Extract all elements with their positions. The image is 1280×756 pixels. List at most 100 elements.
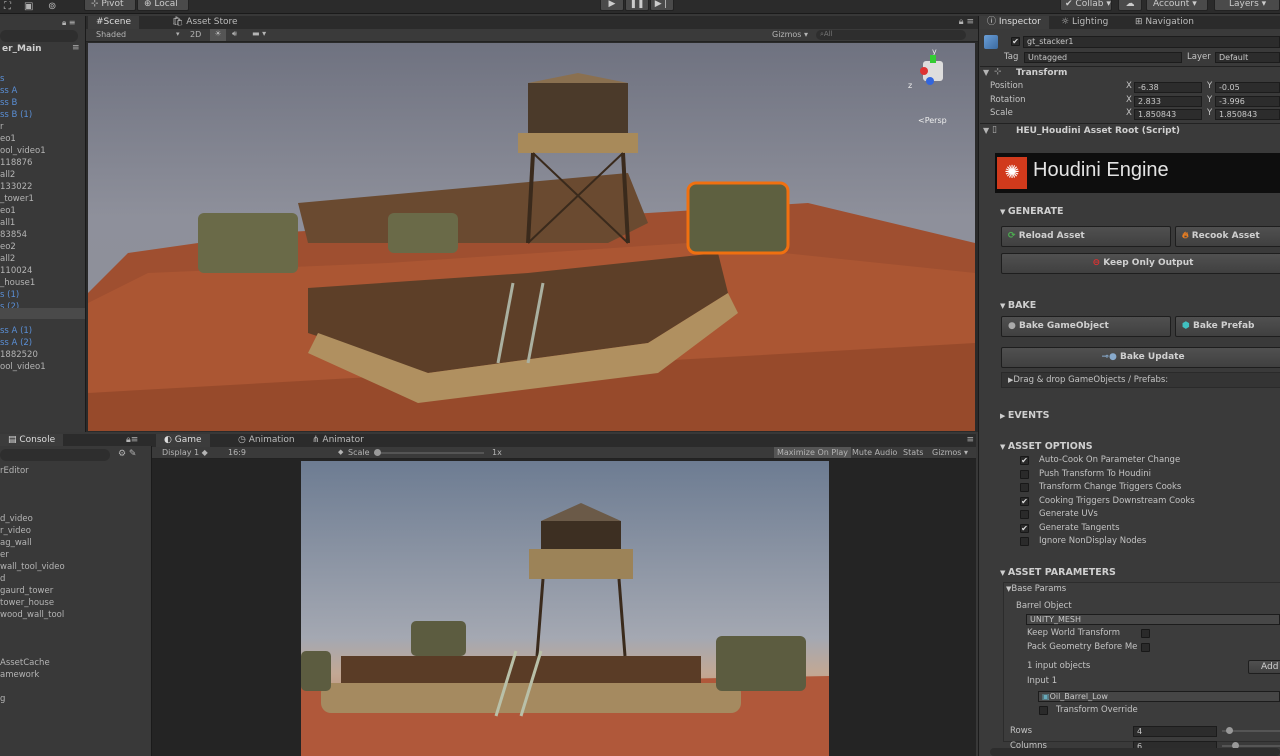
scene-orientation-gizmo[interactable]: y z	[908, 47, 958, 102]
console-entry[interactable]	[0, 621, 150, 633]
generate-section-title[interactable]: ▼ GENERATE	[1000, 206, 1063, 217]
asset-options-section-title[interactable]: ▼ ASSET OPTIONS	[1000, 441, 1093, 452]
transform-tool-icon[interactable]: ▣	[24, 1, 33, 12]
asset-parameters-section-title[interactable]: ▼ ASSET PARAMETERS	[1000, 567, 1116, 578]
gameobject-active-checkbox[interactable]: ✔	[1011, 37, 1020, 46]
asset-option-checkbox[interactable]	[1020, 537, 1029, 546]
asset-option-checkbox[interactable]: ✔	[1020, 496, 1029, 506]
display-dropdown[interactable]: Display 1 ◆	[162, 448, 208, 457]
console-search[interactable]	[0, 449, 110, 461]
hierarchy-item[interactable]: r	[0, 121, 85, 133]
pack-geometry-checkbox[interactable]	[1141, 643, 1150, 652]
bake-gameobject-button[interactable]: ● Bake GameObject	[1001, 316, 1171, 337]
transform-y-field[interactable]: -0.05	[1215, 82, 1280, 93]
hierarchy-lock-icon[interactable]: 🔒︎ ≡	[62, 18, 76, 28]
console-entry[interactable]	[0, 681, 150, 693]
hierarchy-item[interactable]: 1882520	[0, 349, 85, 361]
tab-game[interactable]: ◐ Game	[156, 434, 210, 447]
hierarchy-item[interactable]: ss A (1)	[0, 325, 85, 337]
rect-tool-icon[interactable]: ⛶	[4, 1, 11, 12]
console-entry[interactable]	[0, 489, 150, 501]
hierarchy-item[interactable]: ss A	[0, 85, 85, 97]
transform-x-field[interactable]: 2.833	[1134, 95, 1202, 107]
asset-option-checkbox[interactable]: ✔	[1020, 456, 1029, 465]
aspect-dropdown[interactable]: 16:9	[228, 448, 246, 457]
projection-label[interactable]: <Persp	[918, 116, 947, 125]
console-entry[interactable]: AssetCache	[0, 657, 150, 669]
transform-override-checkbox[interactable]	[1039, 706, 1048, 715]
console-entry[interactable]: r_video	[0, 525, 150, 537]
hierarchy-scene-title[interactable]: er_Main	[2, 44, 42, 54]
hierarchy-item[interactable]	[0, 61, 85, 73]
hierarchy-item[interactable]: all2	[0, 169, 85, 181]
layer-dropdown[interactable]: Default	[1215, 52, 1280, 63]
inspector-scrollbar[interactable]	[990, 748, 1280, 756]
transform-x-field[interactable]: -6.38	[1134, 82, 1202, 93]
console-entry[interactable]	[0, 645, 150, 657]
hierarchy-item[interactable]: 110024	[0, 265, 85, 277]
console-entry[interactable]: g	[0, 693, 150, 705]
transform-y-field[interactable]: -3.996	[1215, 95, 1280, 107]
tab-inspector[interactable]: ⓘ Inspector	[979, 16, 1049, 29]
console-entry[interactable]: rEditor	[0, 465, 150, 477]
game-gizmos-dropdown[interactable]: Gizmos ▾	[932, 448, 968, 457]
hierarchy-item[interactable]: ool_video1	[0, 361, 85, 373]
collab-button[interactable]: ✔ Collab ▾	[1060, 0, 1112, 11]
scale-slider-thumb[interactable]	[374, 449, 381, 456]
hierarchy-selected-row[interactable]	[0, 308, 85, 319]
hierarchy-menu-icon[interactable]: ≡	[72, 43, 80, 53]
scene-viewport[interactable]: y z <Persp	[88, 43, 975, 431]
bake-prefab-button[interactable]: ⬢ Bake Prefab	[1175, 316, 1280, 337]
hierarchy-item[interactable]: all1	[0, 217, 85, 229]
script-header[interactable]: ▼ ▯ HEU_Houdini Asset Root (Script)	[980, 123, 1280, 137]
hierarchy-item[interactable]: 118876	[0, 157, 85, 169]
rows-field[interactable]: 4	[1133, 726, 1217, 737]
audio-toggle-icon[interactable]: 🔊︎	[232, 29, 237, 39]
asset-option-checkbox[interactable]	[1020, 483, 1029, 492]
rotate-tool-icon[interactable]: ⊚	[48, 1, 56, 12]
transform-x-field[interactable]: 1.850843	[1134, 109, 1202, 120]
hierarchy-item[interactable]: s (1)	[0, 289, 85, 301]
mute-audio-toggle[interactable]: Mute Audio	[852, 448, 897, 457]
add-input-button[interactable]: Add	[1248, 660, 1280, 674]
asset-option-checkbox[interactable]	[1020, 469, 1029, 479]
transform-y-field[interactable]: 1.850843	[1215, 109, 1280, 120]
scale-slider[interactable]	[374, 449, 484, 456]
gameobject-name-field[interactable]: gt_stacker1	[1023, 36, 1280, 48]
barrel-asset-field[interactable]: ▣Oil_Barrel_Low	[1038, 691, 1280, 702]
hierarchy-item[interactable]: ool_video1	[0, 145, 85, 157]
tab-asset-store[interactable]: 🛍︎ Asset Store	[164, 16, 246, 29]
scene-panel-menu-icon[interactable]: 🔒︎ ≡	[959, 17, 974, 27]
account-dropdown[interactable]: Account ▾	[1146, 0, 1208, 11]
keep-only-output-button[interactable]: ⊖ Keep Only Output	[1001, 253, 1280, 274]
console-entry[interactable]: tower_house	[0, 597, 150, 609]
layers-dropdown[interactable]: Layers ▾	[1214, 0, 1280, 11]
console-entry[interactable]: d	[0, 573, 150, 585]
rows-slider[interactable]	[1222, 727, 1280, 734]
console-entry[interactable]: amework	[0, 669, 150, 681]
stats-toggle[interactable]: Stats	[903, 448, 923, 457]
hierarchy-item[interactable]: _house1	[0, 277, 85, 289]
drag-drop-foldout[interactable]: ▶Drag & drop GameObjects / Prefabs:	[1001, 372, 1280, 388]
transform-header[interactable]: ▼ ⊹ Transform	[980, 66, 1280, 79]
maximize-on-play-toggle[interactable]: Maximize On Play	[774, 447, 852, 458]
tab-animator[interactable]: ⋔ Animator	[304, 434, 372, 447]
tab-console[interactable]: ▤ Console	[0, 434, 64, 446]
bake-update-button[interactable]: ⊸● Bake Update	[1001, 347, 1280, 368]
console-entry[interactable]: wall_tool_video	[0, 561, 150, 573]
step-button[interactable]: ▶❘	[650, 0, 674, 11]
tab-lighting[interactable]: ☼ Lighting	[1053, 16, 1116, 29]
shading-mode-dropdown[interactable]: Shaded	[96, 30, 126, 39]
columns-slider[interactable]	[1222, 742, 1280, 749]
reload-asset-button[interactable]: ⟳ Reload Asset	[1001, 226, 1171, 247]
hierarchy-item[interactable]: s	[0, 73, 85, 85]
console-entry[interactable]	[0, 501, 150, 513]
console-entry[interactable]: gaurd_tower	[0, 585, 150, 597]
hierarchy-item[interactable]: ss A (2)	[0, 337, 85, 349]
hierarchy-item[interactable]: 83854	[0, 229, 85, 241]
events-section-title[interactable]: ▶ EVENTS	[1000, 410, 1049, 421]
hierarchy-item[interactable]: eo1	[0, 205, 85, 217]
console-entry[interactable]: wood_wall_tool	[0, 609, 150, 621]
asset-option-checkbox[interactable]	[1020, 510, 1029, 519]
hierarchy-search[interactable]	[0, 30, 78, 42]
